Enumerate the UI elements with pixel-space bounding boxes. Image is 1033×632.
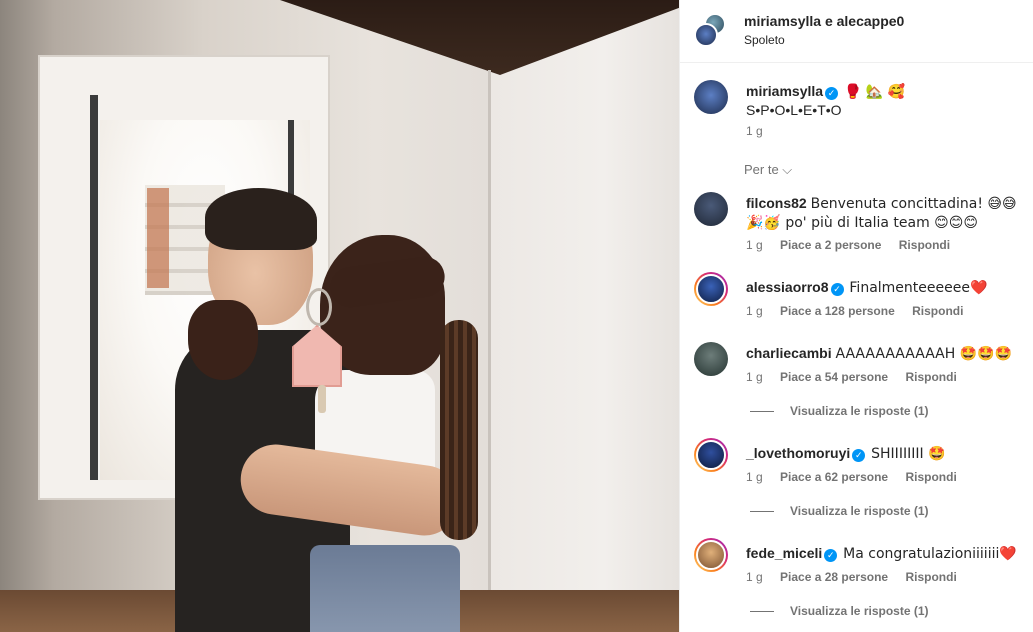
comment-time[interactable]: 1 g: [746, 304, 763, 318]
avatar[interactable]: [694, 438, 728, 472]
avatar[interactable]: [694, 23, 718, 47]
photo-window-shutter: [90, 95, 98, 480]
reply-button[interactable]: Rispondi: [905, 570, 956, 584]
comment-likes[interactable]: Piace a 2 persone: [780, 238, 881, 252]
reply-button[interactable]: Rispondi: [899, 238, 950, 252]
divider-line: [750, 411, 774, 413]
photo-brick-facade: [147, 188, 169, 288]
post-authors[interactable]: miriamsylla e alecappe0: [744, 13, 904, 29]
view-replies-button[interactable]: Visualizza le risposte (1): [750, 504, 929, 518]
key: [318, 385, 326, 413]
comment-username[interactable]: _lovethomoruyi: [746, 445, 850, 461]
comment-meta: 1 g Piace a 62 persone Rispondi: [746, 470, 971, 484]
view-replies-label: Visualizza le risposte (1): [790, 404, 929, 418]
verified-badge-icon: ✓: [830, 283, 844, 296]
caption-emojis: 🥊 🏡 🥰: [843, 84, 906, 100]
photo-man-hair: [205, 188, 317, 250]
comment-text: SHIIIIIIII 🤩: [871, 446, 946, 462]
comment-username[interactable]: fede_miceli: [746, 545, 822, 561]
verified-badge-icon: ✓: [825, 87, 839, 100]
avatar[interactable]: [694, 538, 728, 572]
post-photo[interactable]: [0, 0, 679, 632]
divider-line: [750, 511, 774, 513]
reply-button[interactable]: Rispondi: [905, 470, 956, 484]
caption-username[interactable]: miriamsylla: [746, 83, 823, 99]
reply-button[interactable]: Rispondi: [912, 304, 963, 318]
comment-time[interactable]: 1 g: [746, 370, 763, 384]
photo-jeans: [310, 545, 460, 632]
caption-time[interactable]: 1 g: [746, 124, 763, 138]
comment-meta: 1 g Piace a 128 persone Rispondi: [746, 304, 977, 318]
comment-username[interactable]: alessiaorro8: [746, 279, 829, 295]
comment-body: charliecambi AAAAAAAAAAAH 🤩🤩🤩: [746, 344, 1022, 363]
comment-body: alessiaorro8 ✓ Finalmenteeeeee❤️: [746, 278, 1022, 297]
view-replies-button[interactable]: Visualizza le risposte (1): [750, 404, 929, 418]
view-replies-label: Visualizza le risposte (1): [790, 504, 929, 518]
comment-username[interactable]: charliecambi: [746, 345, 832, 361]
caption-text: S•P•O•L•E•T•O: [746, 102, 842, 118]
comment-body: fede_miceli ✓ Ma congratulazioniiiiiii❤️: [746, 544, 1022, 563]
caption-meta: 1 g: [746, 124, 777, 138]
comment-likes[interactable]: Piace a 28 persone: [780, 570, 888, 584]
post-header: miriamsylla e alecappe0 Spoleto: [680, 0, 1033, 63]
comment-meta: 1 g Piace a 2 persone Rispondi: [746, 238, 964, 252]
photo-woman-hand: [188, 300, 258, 380]
comment-likes[interactable]: Piace a 54 persone: [780, 370, 888, 384]
comment-likes[interactable]: Piace a 128 persone: [780, 304, 895, 318]
avatar[interactable]: [694, 342, 728, 376]
avatar[interactable]: [694, 80, 728, 114]
post-location[interactable]: Spoleto: [744, 33, 785, 47]
comment-meta: 1 g Piace a 28 persone Rispondi: [746, 570, 971, 584]
view-replies-label: Visualizza le risposte (1): [790, 604, 929, 618]
photo-wall: [490, 0, 679, 632]
view-replies-button[interactable]: Visualizza le risposte (1): [750, 604, 929, 618]
reply-button[interactable]: Rispondi: [905, 370, 956, 384]
comment-text: Ma congratulazioniiiiiii❤️: [843, 546, 1017, 562]
comment-likes[interactable]: Piace a 62 persone: [780, 470, 888, 484]
caption-body: miriamsylla ✓ 🥊 🏡 🥰 S•P•O•L•E•T•O: [746, 82, 1022, 119]
verified-badge-icon: ✓: [852, 449, 866, 462]
comment-meta: 1 g Piace a 54 persone Rispondi: [746, 370, 971, 384]
key-ring: [306, 288, 332, 326]
post-side-panel: miriamsylla e alecappe0 Spoleto miriamsy…: [679, 0, 1033, 632]
photo-corner: [488, 70, 491, 590]
verified-badge-icon: ✓: [824, 549, 838, 562]
comment-time[interactable]: 1 g: [746, 570, 763, 584]
comment-text: Finalmenteeeeee❤️: [849, 280, 988, 296]
avatar[interactable]: [694, 272, 728, 306]
comment-username[interactable]: filcons82: [746, 195, 807, 211]
photo-hair-locks: [440, 320, 478, 540]
comment-body: filcons82 Benvenuta concittadina! 😅😅🎉🥳 p…: [746, 194, 1022, 232]
comment-time[interactable]: 1 g: [746, 238, 763, 252]
collab-avatars[interactable]: [694, 13, 728, 47]
comment-time[interactable]: 1 g: [746, 470, 763, 484]
comment-text: AAAAAAAAAAAH 🤩🤩🤩: [835, 346, 1013, 362]
divider-line: [750, 611, 774, 613]
avatar[interactable]: [694, 192, 728, 226]
comment-sort-dropdown[interactable]: Per te ⌵: [744, 162, 792, 178]
comment-body: _lovethomoruyi ✓ SHIIIIIIII 🤩: [746, 444, 1022, 463]
